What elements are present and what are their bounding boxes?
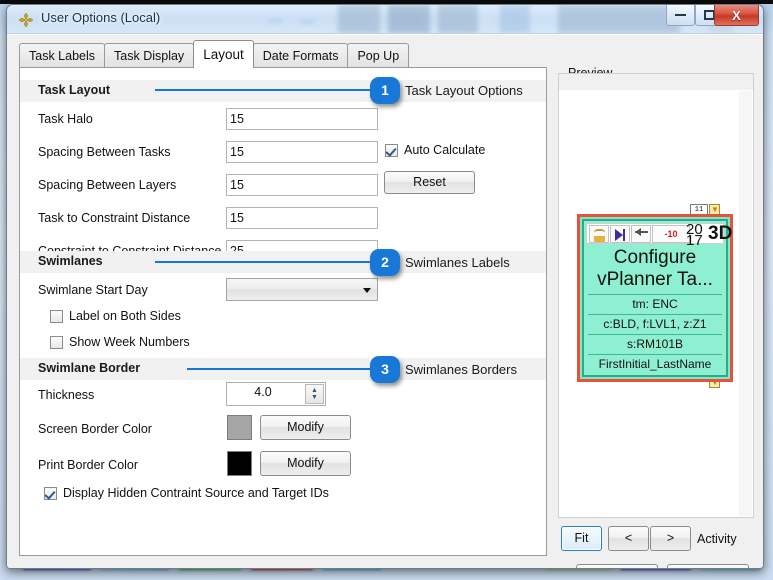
callout-label-3: Swimlanes Borders xyxy=(405,362,517,377)
next-button[interactable]: > xyxy=(650,526,691,551)
task-to-constraint-distance-label: Task to Constraint Distance xyxy=(38,211,191,225)
card-title-line-2: vPlanner Ta... xyxy=(597,269,713,290)
preview-task-card-inner: -10 20 17 3D Configure vPlanner Ta... tm… xyxy=(582,219,732,377)
reset-button[interactable]: Reset xyxy=(384,171,475,194)
window-title: User Options (Local) xyxy=(41,10,161,25)
auto-calculate-label: Auto Calculate xyxy=(404,143,486,157)
tab-task-display[interactable]: Task Display xyxy=(104,43,195,68)
show-week-numbers-checkbox[interactable] xyxy=(50,336,63,349)
callout-badge-1: 1 xyxy=(370,77,400,104)
preview-scrollbar[interactable] xyxy=(739,91,752,516)
close-icon: X xyxy=(732,8,741,23)
display-hidden-constraint-ids-label: Display Hidden Contraint Source and Targ… xyxy=(63,486,329,500)
tab-task-labels[interactable]: Task Labels xyxy=(19,43,106,68)
callout-line-1 xyxy=(155,89,370,91)
close-button[interactable]: X xyxy=(714,5,759,26)
spacing-between-layers-input[interactable]: 15 xyxy=(226,174,378,196)
card-title-line-1: Configure xyxy=(613,247,697,268)
callout-line-3 xyxy=(187,368,370,370)
screen-border-color-label: Screen Border Color xyxy=(38,422,152,436)
callout-label-1: Task Layout Options xyxy=(405,83,523,98)
card-detail-line-3: s:RM101B xyxy=(588,334,722,351)
dialog-client-area: Task Labels Task Display Layout Date For… xyxy=(7,34,763,568)
tab-strip: Task Labels Task Display Layout Date For… xyxy=(19,40,751,68)
card-detail-line-1: tm: ENC xyxy=(588,294,722,311)
callout-badge-2: 2 xyxy=(370,249,400,276)
prev-button[interactable]: < xyxy=(608,526,649,551)
preview-panel: 11 ▼ ▼ -10 20 17 3D Configure vPlanner T… xyxy=(558,73,754,518)
print-border-color-swatch[interactable] xyxy=(227,451,252,476)
thickness-spin-buttons[interactable]: ▲ ▼ xyxy=(305,384,324,404)
tab-date-formats[interactable]: Date Formats xyxy=(252,43,349,68)
print-border-color-modify-button[interactable]: Modify xyxy=(260,451,351,476)
callout-line-2 xyxy=(155,261,370,263)
swimlanes-heading: Swimlanes xyxy=(38,254,103,268)
callout-label-2: Swimlanes Labels xyxy=(405,255,510,270)
thickness-stepper[interactable]: 4.0 ▲ ▼ xyxy=(226,382,326,406)
chevron-double-down-icon: ▼ xyxy=(711,205,719,214)
display-hidden-constraint-ids-checkbox[interactable] xyxy=(44,487,57,500)
swimlane-start-day-label: Swimlane Start Day xyxy=(38,283,148,297)
screen-border-color-modify-button[interactable]: Modify xyxy=(260,415,351,440)
task-to-constraint-distance-input[interactable]: 15 xyxy=(226,207,378,229)
activity-label: Activity xyxy=(697,532,737,546)
spin-down-icon[interactable]: ▼ xyxy=(306,394,323,401)
tab-layout[interactable]: Layout xyxy=(193,40,254,68)
diamond-cluster-icon xyxy=(18,12,34,28)
minimize-icon xyxy=(667,10,694,21)
thickness-value: 4.0 xyxy=(254,385,272,399)
print-border-color-label: Print Border Color xyxy=(38,458,139,472)
spacing-between-tasks-label: Spacing Between Tasks xyxy=(38,145,171,159)
card-offset-value[interactable]: -10 xyxy=(652,225,690,243)
card-detail-line-4: FirstInitial_LastName xyxy=(588,354,722,371)
cancel-button[interactable]: Cancel xyxy=(667,564,749,568)
card-offset-text: -10 xyxy=(664,229,678,239)
user-options-window: User Options (Local) X Task Labels Task … xyxy=(6,4,764,569)
task-layout-heading: Task Layout xyxy=(38,83,111,97)
show-week-numbers-label: Show Week Numbers xyxy=(69,335,190,349)
tab-pop-up[interactable]: Pop Up xyxy=(347,43,410,68)
task-halo-input[interactable]: 15 xyxy=(226,108,378,130)
label-on-both-sides-label: Label on Both Sides xyxy=(69,309,181,323)
minimize-button[interactable] xyxy=(666,5,695,26)
card-toolbar: -10 xyxy=(586,223,724,244)
card-detail-line-2: c:BLD, f:LVL1, z:Z1 xyxy=(588,314,722,331)
preview-header-strip xyxy=(559,74,753,90)
label-on-both-sides-checkbox[interactable] xyxy=(50,310,63,323)
screen-border-color-swatch[interactable] xyxy=(227,415,252,440)
spacing-between-layers-label: Spacing Between Layers xyxy=(38,178,177,192)
arrow-left-icon[interactable] xyxy=(631,225,651,243)
chevron-down-icon xyxy=(363,288,371,293)
lock-icon[interactable] xyxy=(589,225,609,243)
callout-badge-3: 3 xyxy=(370,356,400,383)
swimlane-border-heading: Swimlane Border xyxy=(38,361,141,375)
ok-button[interactable]: OK xyxy=(576,564,658,568)
spin-up-icon[interactable]: ▲ xyxy=(306,387,323,394)
swimlane-start-day-select[interactable] xyxy=(226,278,378,301)
title-bar[interactable]: User Options (Local) X xyxy=(7,5,763,34)
preview-task-card[interactable]: -10 20 17 3D Configure vPlanner Ta... tm… xyxy=(577,214,733,382)
thickness-label: Thickness xyxy=(38,388,95,402)
fit-button[interactable]: Fit xyxy=(561,526,602,551)
spacing-between-tasks-input[interactable]: 15 xyxy=(226,141,378,163)
layout-settings-panel: Task Layout Task Halo 15 Spacing Between… xyxy=(19,67,547,556)
auto-calculate-checkbox[interactable] xyxy=(385,144,398,157)
card-mode-label: 3D xyxy=(708,223,733,244)
play-to-end-icon[interactable] xyxy=(610,225,630,243)
task-halo-label: Task Halo xyxy=(38,112,93,126)
